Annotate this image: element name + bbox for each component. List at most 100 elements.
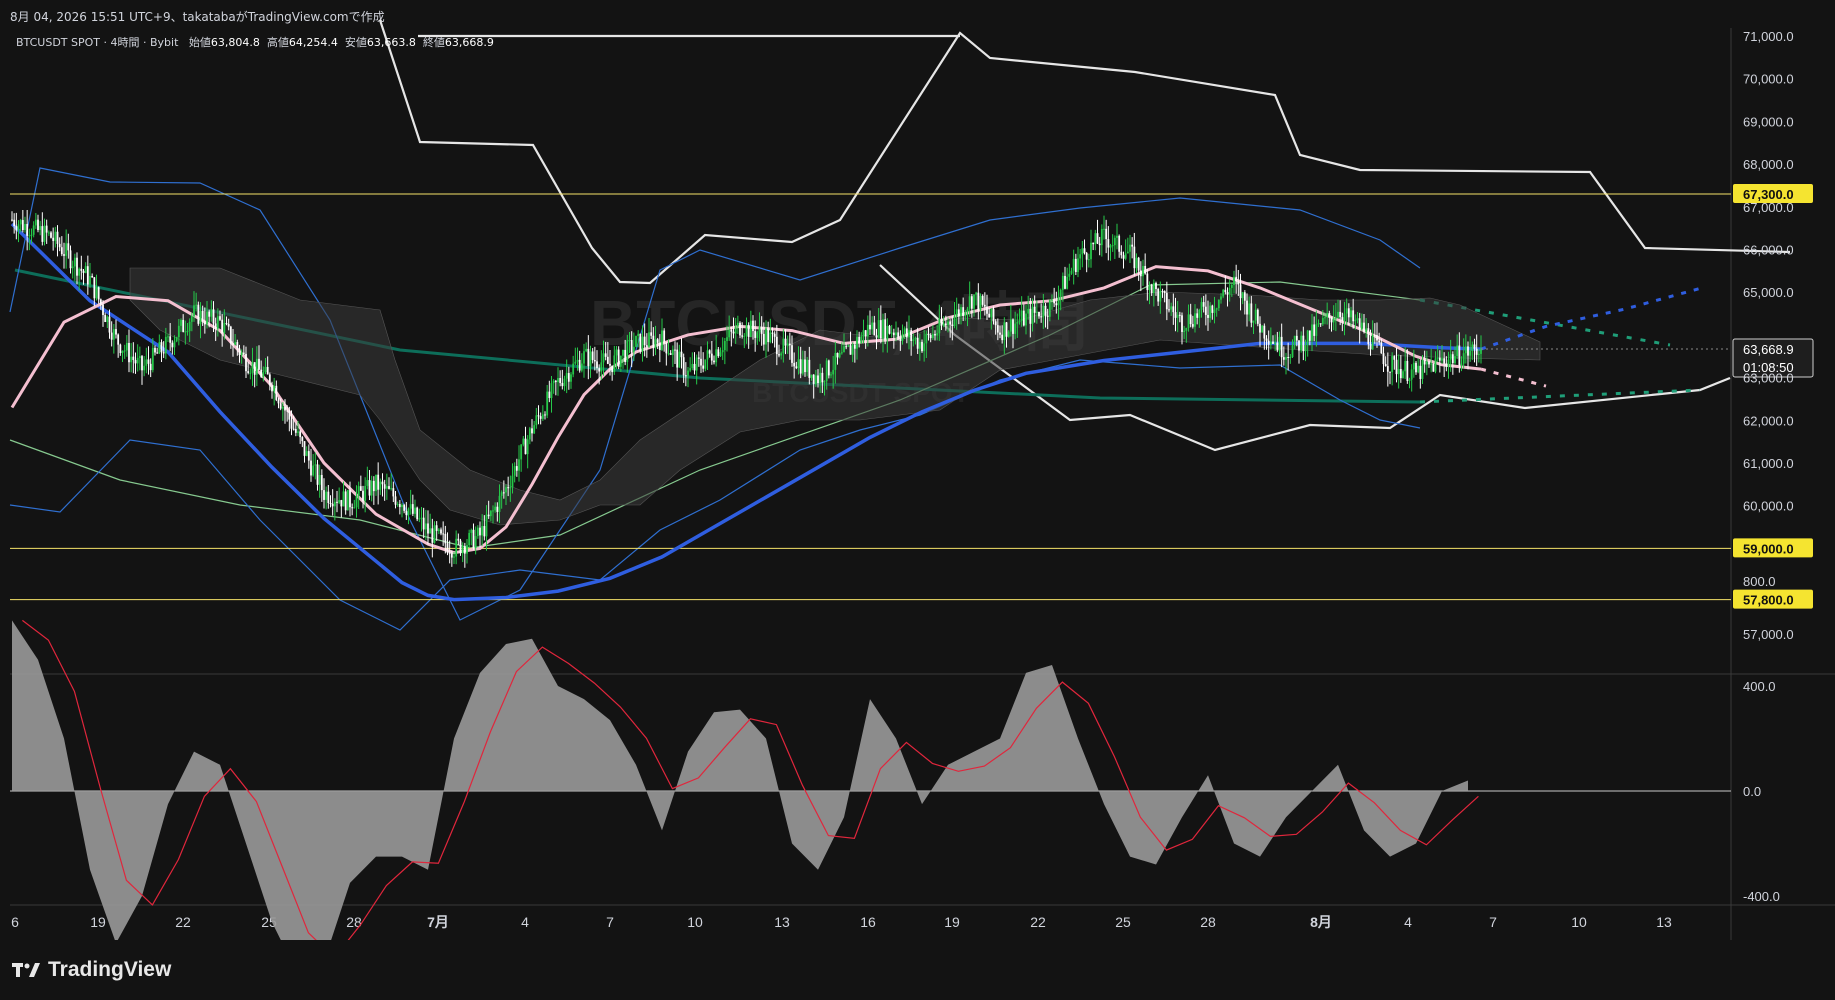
price-tick-6: 65,000.0 xyxy=(1743,285,1794,300)
candle-body xyxy=(1304,345,1307,352)
tradingview-logo[interactable]: TradingView xyxy=(12,958,171,982)
candle-body xyxy=(1096,233,1099,244)
candle-body xyxy=(550,383,553,399)
candle-body xyxy=(463,546,466,554)
candle-body xyxy=(988,313,991,318)
candle-body xyxy=(1031,306,1034,324)
candle-body xyxy=(43,225,46,242)
candle-body xyxy=(617,349,620,367)
candle-body xyxy=(340,500,343,507)
candle-body xyxy=(901,333,904,341)
candle-body xyxy=(671,349,674,355)
candle-body xyxy=(743,336,746,338)
candle-body xyxy=(1224,289,1227,293)
candle-body xyxy=(273,385,276,392)
candle-body xyxy=(1131,244,1134,247)
candle-body xyxy=(663,330,666,343)
candle-body xyxy=(24,224,26,231)
candle-body xyxy=(916,337,919,349)
candle-body xyxy=(385,486,388,489)
candle-body xyxy=(853,344,856,349)
candle-body xyxy=(624,349,627,363)
candle-body xyxy=(704,359,707,369)
candle-body xyxy=(370,480,373,496)
candle-body xyxy=(1449,354,1452,360)
candle-body xyxy=(1278,336,1281,351)
candle-body xyxy=(1072,258,1075,271)
candle-body xyxy=(158,342,161,354)
candle-body xyxy=(281,406,284,409)
candle-body xyxy=(1373,335,1376,337)
candle-body xyxy=(695,357,698,371)
candle-body xyxy=(1347,308,1350,318)
candle-body xyxy=(1053,299,1056,304)
candle-body xyxy=(960,307,962,317)
candle-body xyxy=(73,257,76,267)
candle-body xyxy=(32,225,35,235)
candle-body xyxy=(732,331,735,334)
candle-body xyxy=(403,504,406,511)
candle-body xyxy=(658,342,661,350)
candle-body xyxy=(593,359,596,362)
candle-body xyxy=(143,365,146,371)
candle-body xyxy=(1079,254,1082,259)
candle-body xyxy=(1144,265,1147,274)
candle-body xyxy=(253,362,256,375)
legend-high-label: 高値 xyxy=(266,36,289,49)
candle-body xyxy=(676,349,679,368)
candle-body xyxy=(1237,281,1240,285)
time-tick-5: 7月 xyxy=(427,914,449,930)
candle-body xyxy=(1425,361,1428,365)
candle-body xyxy=(26,224,29,236)
candle-body xyxy=(19,220,22,225)
candle-body xyxy=(1467,346,1469,356)
last-price-tag: 63,668.9 xyxy=(1743,342,1794,357)
candle-body xyxy=(401,504,403,508)
candle-body xyxy=(186,331,189,333)
candle-body xyxy=(366,480,369,486)
candle-body xyxy=(693,363,696,371)
candle-body xyxy=(518,459,520,471)
candle-body xyxy=(1311,324,1313,341)
time-tick-16: 4 xyxy=(1404,914,1412,930)
candle-body xyxy=(1033,306,1036,313)
candle-body xyxy=(353,507,356,509)
candle-body xyxy=(1116,235,1118,238)
candle-body xyxy=(843,346,845,353)
candle-body xyxy=(1380,342,1383,354)
candle-body xyxy=(823,381,826,383)
candle-body xyxy=(628,340,631,342)
candle-body xyxy=(721,350,724,353)
candle-body xyxy=(1211,305,1214,313)
price-tick-8: 63,000.0 xyxy=(1743,371,1794,386)
candle-body xyxy=(931,334,934,339)
candle-body xyxy=(524,438,527,455)
candle-body xyxy=(570,374,572,382)
candle-body xyxy=(1360,322,1363,330)
candle-body xyxy=(500,492,503,496)
price-chart[interactable]: BTCUSDT, 4時間BTCUSDT SPOT67,300.059,000.0… xyxy=(0,0,1835,1000)
candle-body xyxy=(177,325,180,338)
candle-body xyxy=(652,335,655,349)
candle-body xyxy=(383,484,386,489)
candle-body xyxy=(147,359,150,364)
candle-body xyxy=(1064,275,1066,289)
candle-body xyxy=(1200,302,1203,310)
candle-body xyxy=(1241,292,1244,299)
candle-body xyxy=(82,270,85,273)
candle-body xyxy=(1376,335,1378,341)
candle-body xyxy=(643,336,646,346)
candle-body xyxy=(1345,308,1348,314)
candle-body xyxy=(258,358,260,370)
candle-body xyxy=(1133,246,1136,269)
candle-body xyxy=(312,465,315,476)
candle-body xyxy=(492,510,494,512)
candle-body xyxy=(468,532,471,546)
candle-body xyxy=(1035,311,1038,313)
candle-body xyxy=(1358,318,1361,330)
candle-body xyxy=(1152,282,1155,293)
candle-body xyxy=(188,321,191,332)
candle-body xyxy=(773,333,776,337)
candle-body xyxy=(489,510,492,517)
candle-body xyxy=(396,504,399,506)
